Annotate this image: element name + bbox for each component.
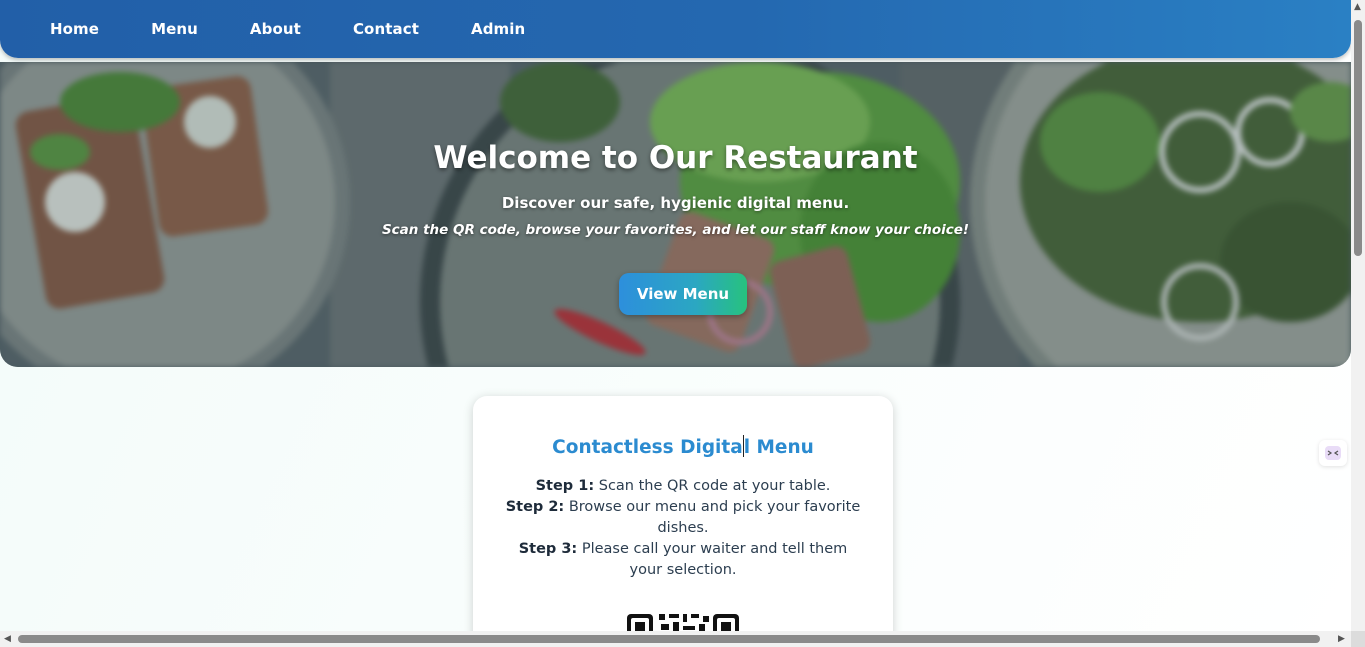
hero-section: Welcome to Our Restaurant Discover our s…	[0, 62, 1351, 367]
steps-list: Step 1: Scan the QR code at your table. …	[503, 476, 863, 581]
card-title-part2: l Menu	[743, 437, 814, 458]
step-text: Browse our menu and pick your favorite d…	[568, 499, 861, 536]
assistant-widget-button[interactable]	[1319, 440, 1347, 466]
nav-admin-link[interactable]: Admin	[471, 20, 525, 38]
step-label: Step 1:	[535, 478, 595, 494]
horizontal-scrollbar[interactable]: ◀ ▶	[0, 631, 1351, 647]
step-item: Step 3: Please call your waiter and tell…	[503, 539, 863, 581]
horizontal-scroll-thumb[interactable]	[18, 635, 1320, 643]
view-menu-button[interactable]: View Menu	[619, 273, 747, 315]
step-label: Step 3:	[518, 541, 578, 557]
assistant-icon	[1325, 446, 1341, 460]
scroll-left-icon[interactable]: ◀	[4, 634, 11, 644]
qr-code-icon	[625, 612, 741, 631]
nav-menu-link[interactable]: Menu	[151, 20, 198, 38]
hero-overlay	[0, 62, 1351, 367]
step-item: Step 2: Browse our menu and pick your fa…	[503, 497, 863, 539]
nav-contact-link[interactable]: Contact	[353, 20, 419, 38]
scrollbar-corner	[1351, 631, 1365, 647]
page: Home Menu About Contact Admin Welcome to…	[0, 0, 1351, 631]
nav-about-link[interactable]: About	[250, 20, 301, 38]
card-title-part1: Contactless Digita	[552, 437, 743, 458]
vertical-scrollbar[interactable]: ▲	[1351, 0, 1365, 631]
step-item: Step 1: Scan the QR code at your table.	[503, 476, 863, 497]
nav-links: Home Menu About Contact Admin	[50, 0, 577, 58]
digital-menu-card: Contactless Digital Menu Step 1: Scan th…	[473, 396, 893, 631]
hero-subtitle: Discover our safe, hygienic digital menu…	[501, 194, 850, 212]
top-navbar: Home Menu About Contact Admin	[0, 0, 1351, 58]
step-label: Step 2:	[505, 499, 565, 515]
step-text: Please call your waiter and tell them yo…	[581, 541, 848, 578]
step-text: Scan the QR code at your table.	[598, 478, 831, 494]
card-title: Contactless Digital Menu	[473, 435, 893, 458]
vertical-scroll-thumb[interactable]	[1354, 20, 1362, 256]
hero-title: Welcome to Our Restaurant	[433, 140, 918, 176]
hero-note: Scan the QR code, browse your favorites,…	[381, 222, 970, 238]
scroll-up-icon[interactable]: ▲	[1354, 2, 1361, 12]
nav-home-link[interactable]: Home	[50, 20, 99, 38]
scroll-right-icon[interactable]: ▶	[1338, 634, 1345, 644]
